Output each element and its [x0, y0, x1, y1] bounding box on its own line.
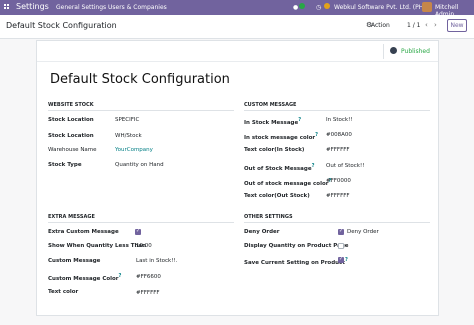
field-label-text: Save Current Setting on Product: [244, 259, 345, 266]
help-tooltip-icon[interactable]: ?: [345, 257, 348, 263]
page-title: Default Stock Configuration: [50, 72, 230, 87]
quantity-threshold-value[interactable]: 10.00: [136, 243, 152, 249]
custom-message-color-value[interactable]: #FF6600: [136, 274, 161, 280]
stock-type-value[interactable]: Quantity on Hand: [115, 162, 164, 168]
help-tooltip-icon[interactable]: ?: [298, 117, 301, 123]
pager-value[interactable]: 1 / 1: [407, 22, 420, 29]
help-tooltip-icon[interactable]: ?: [315, 132, 318, 138]
section-website-stock: WEBSITE STOCK: [48, 102, 234, 111]
globe-icon: [390, 47, 397, 54]
field-label: Text color: [48, 289, 79, 295]
pager-next-button[interactable]: ›: [434, 21, 437, 29]
apps-menu-icon[interactable]: [4, 4, 11, 11]
field-label: In Stock Message?: [244, 117, 301, 126]
field-label: Custom Message Color?: [48, 273, 121, 282]
field-label: Text color(Out Stock): [244, 193, 310, 199]
help-tooltip-icon[interactable]: ?: [312, 163, 315, 169]
menu-general-settings[interactable]: General Settings: [56, 4, 106, 11]
chat-count-badge: [299, 3, 305, 9]
field-label: Save Current Setting on Product?: [244, 257, 348, 266]
company-switcher[interactable]: Webkul Software Pvt. Ltd. (PHD): [334, 4, 430, 11]
field-label: Show When Quantity Less Than: [48, 243, 147, 249]
field-label: Deny Order: [244, 229, 280, 235]
custom-message-value[interactable]: Last in Stock!!.: [136, 258, 177, 264]
published-label: Published: [401, 48, 430, 55]
save-setting-on-product-checkbox[interactable]: [338, 256, 344, 263]
pager-prev-button[interactable]: ‹: [425, 21, 428, 29]
text-color-value[interactable]: #FFFFFF: [136, 290, 160, 296]
top-navbar: Settings General Settings Users & Compan…: [0, 0, 474, 18]
field-label-text: Out of stock message color: [244, 180, 329, 187]
out-of-stock-color-value[interactable]: #FF0000: [326, 178, 351, 184]
form-status-bar: Published: [37, 41, 438, 62]
published-button[interactable]: Published: [383, 44, 433, 59]
field-label: Out of Stock Message?: [244, 163, 314, 172]
field-label: Stock Type: [48, 162, 82, 168]
in-stock-color-value[interactable]: #008A00: [326, 132, 352, 138]
chat-icon[interactable]: ●: [293, 4, 298, 11]
deny-order-checkbox[interactable]: [338, 228, 344, 235]
extra-custom-message-checkbox[interactable]: [135, 228, 141, 235]
action-menu-button[interactable]: Action: [371, 22, 390, 29]
field-label: Stock Location: [48, 133, 94, 139]
form-sheet: Published Default Stock Configuration WE…: [36, 40, 439, 316]
in-stock-text-color-value[interactable]: #FFFFFF: [326, 147, 350, 153]
activity-clock-icon[interactable]: ◷: [316, 4, 321, 11]
field-label: Display Quantity on Product Page: [244, 243, 349, 249]
breadcrumb: Default Stock Configuration: [6, 21, 117, 30]
out-stock-text-color-value[interactable]: #FFFFFF: [326, 193, 350, 199]
field-label-text: In Stock Message: [244, 119, 299, 126]
warehouse-name-link[interactable]: YourCompany: [115, 147, 153, 153]
section-other-settings: OTHER SETTINGS: [244, 214, 430, 223]
field-label-text: In stock message color: [244, 134, 316, 141]
stock-location-type-value[interactable]: SPECIFIC: [115, 117, 139, 123]
control-panel: Default Stock Configuration ⚙ Action 1 /…: [0, 15, 474, 39]
out-of-stock-message-value[interactable]: Out of Stock!!: [326, 163, 364, 169]
page-bottom: [0, 316, 474, 325]
menu-users-companies[interactable]: Users & Companies: [108, 4, 167, 11]
deny-order-label: Deny Order: [347, 229, 379, 235]
user-avatar[interactable]: [422, 2, 432, 12]
field-label-text: Custom Message Color: [48, 275, 119, 282]
field-label: Custom Message: [48, 258, 101, 264]
in-stock-message-value[interactable]: In Stock!!: [326, 117, 353, 123]
help-tooltip-icon[interactable]: ?: [119, 273, 122, 279]
field-label: Warehouse Name: [48, 147, 97, 153]
app-name[interactable]: Settings: [16, 2, 49, 11]
field-label: Out of stock message color?: [244, 178, 331, 187]
activity-count-badge: [324, 3, 330, 9]
field-label-text: Out of Stock Message: [244, 165, 312, 172]
new-button[interactable]: New: [447, 19, 467, 32]
field-label: Stock Location: [48, 117, 94, 123]
section-custom-message: CUSTOM MESSAGE: [244, 102, 430, 111]
field-label: Text color(In Stock): [244, 147, 305, 153]
display-quantity-checkbox[interactable]: [338, 243, 344, 249]
field-label: In stock message color?: [244, 132, 318, 141]
field-label: Extra Custom Message: [48, 229, 119, 235]
section-extra-message: EXTRA MESSAGE: [48, 214, 234, 223]
stock-location-value[interactable]: WH/Stock: [115, 133, 142, 139]
